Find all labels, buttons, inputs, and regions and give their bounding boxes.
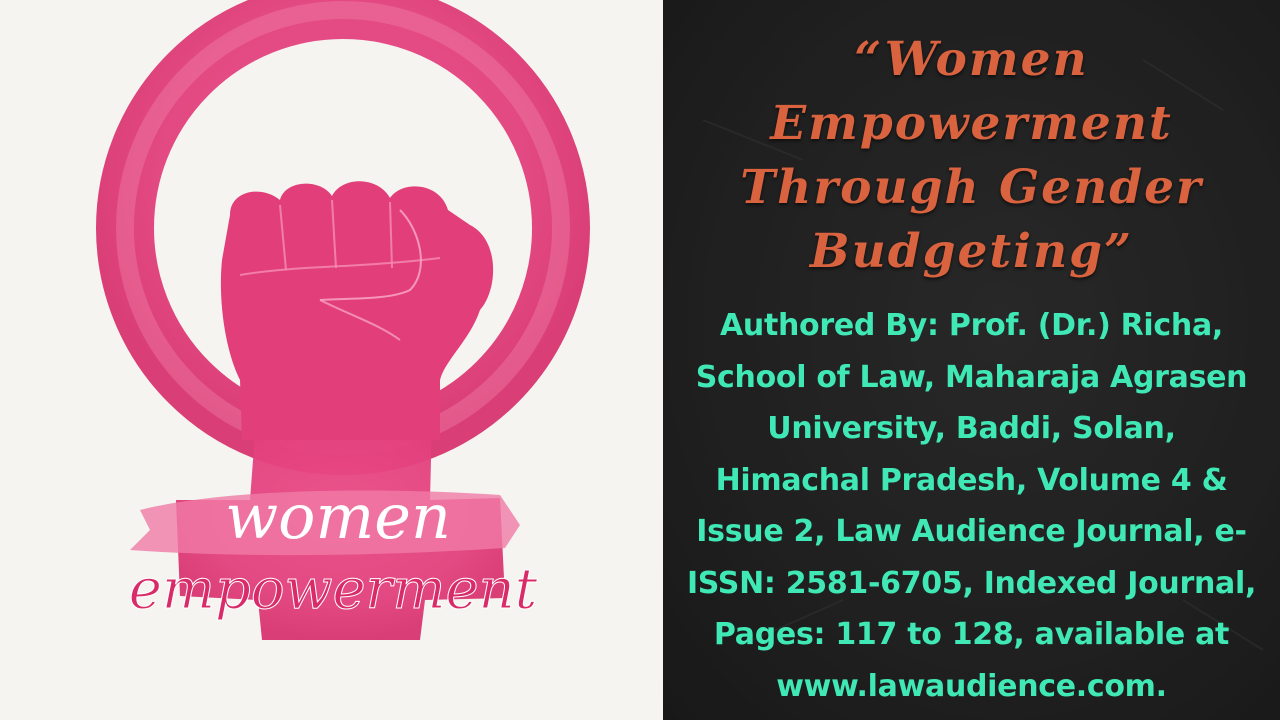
detail-line: Issue 2, Law Audience Journal, e- <box>696 514 1247 549</box>
detail-line: Pages: 117 to 128, available at <box>713 617 1230 652</box>
word-empowerment: empowerment <box>129 557 538 622</box>
word-women: women <box>225 480 451 553</box>
detail-line: Himachal Pradesh, Volume 4 & <box>715 462 1228 498</box>
title-line: Empowerment <box>770 96 1173 151</box>
title-line: Budgeting” <box>809 224 1134 279</box>
text-panel: “Women Empowerment Through Gender Budget… <box>663 0 1280 720</box>
article-title: “Women Empowerment Through Gender Budget… <box>663 28 1280 284</box>
title-line: “Women <box>854 32 1089 87</box>
emblem-panel: women empowerment <box>0 0 663 720</box>
title-line: Through Gender <box>740 160 1203 215</box>
detail-line: Authored By: Prof. (Dr.) Richa, <box>719 308 1223 343</box>
detail-line: ISSN: 2581-6705, Indexed Journal, <box>686 565 1257 601</box>
women-empowerment-emblem: women empowerment <box>96 0 590 640</box>
detail-line: School of Law, Maharaja Agrasen <box>695 359 1248 395</box>
detail-line: University, Baddi, Solan, <box>767 411 1176 446</box>
author-details: Authored By: Prof. (Dr.) Richa, School o… <box>663 300 1280 712</box>
detail-line: www.lawaudience.com. <box>776 668 1167 704</box>
